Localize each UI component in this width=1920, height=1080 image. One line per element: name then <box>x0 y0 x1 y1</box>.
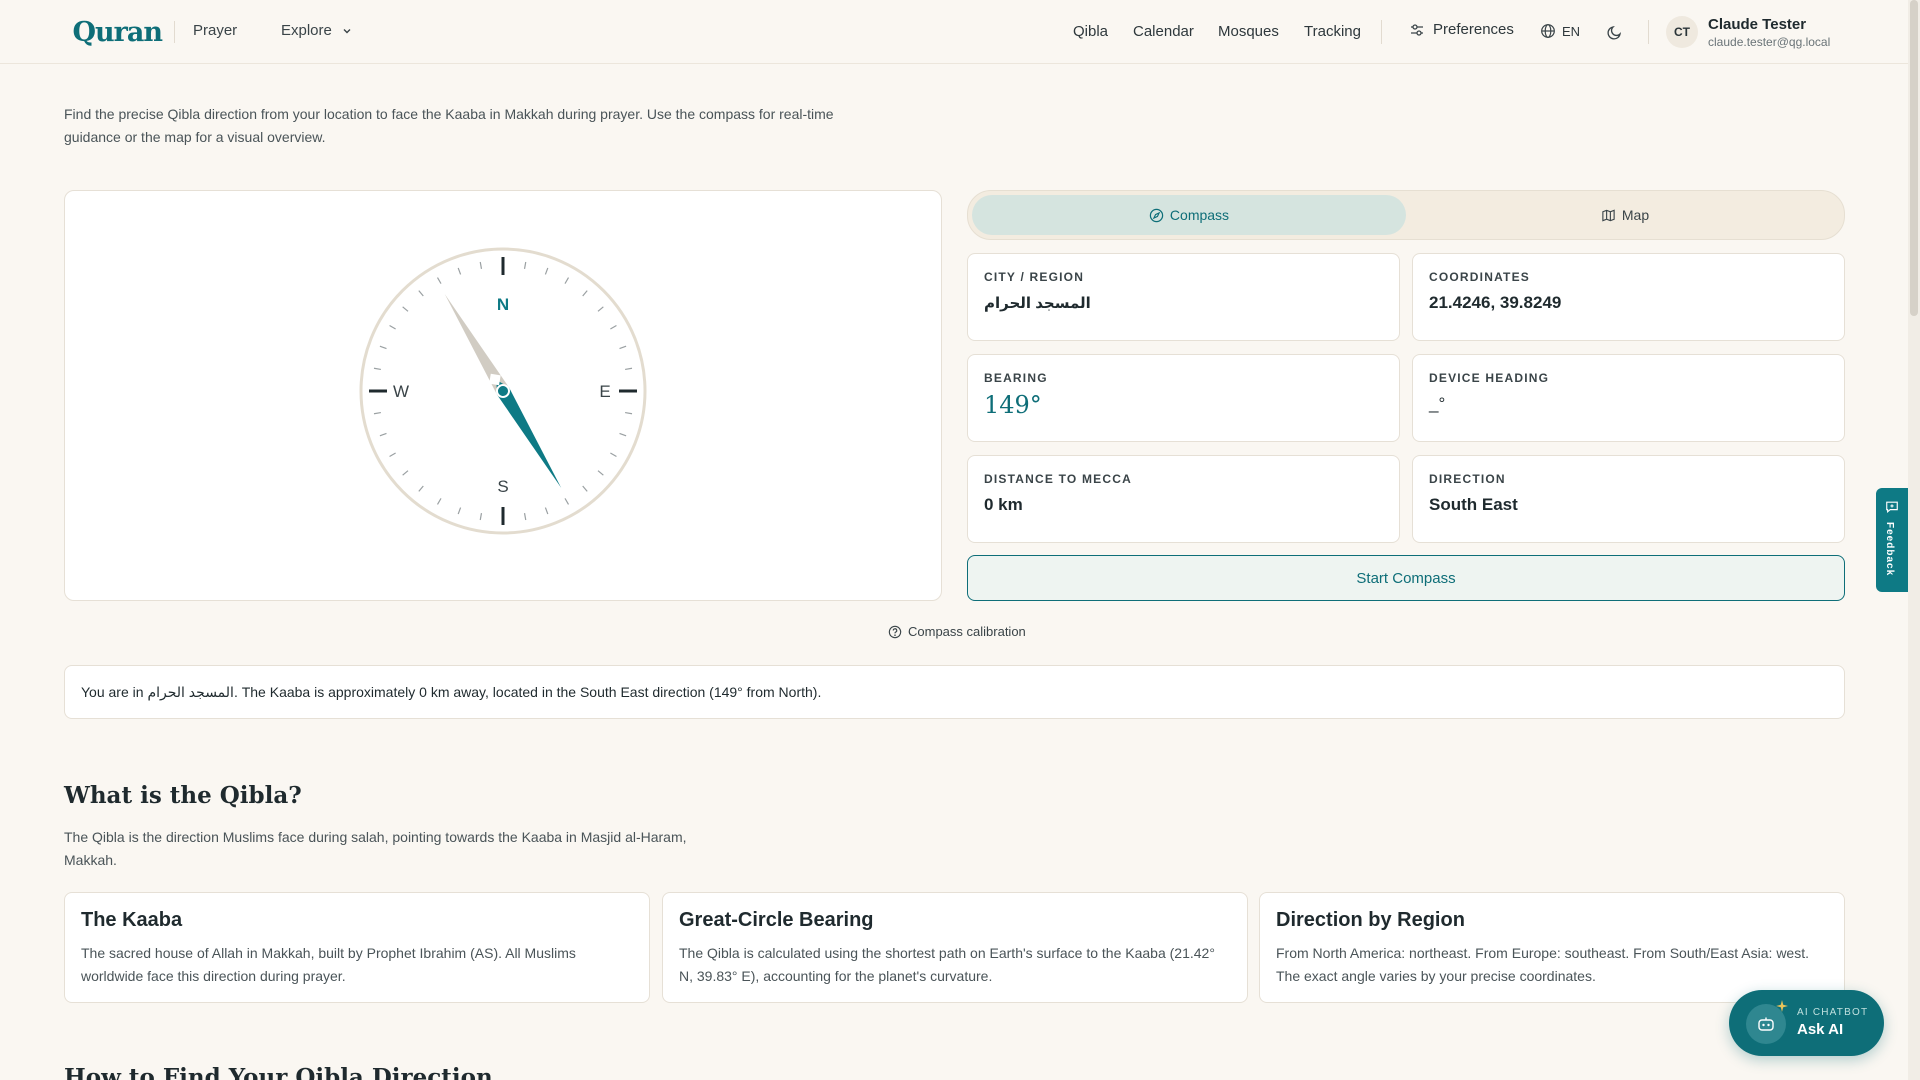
section-title-what-is-qibla: What is the Qibla? <box>64 782 302 809</box>
coordinates-value: 21.4246, 39.8249 <box>1429 293 1562 312</box>
compass-panel: N E S W <box>64 190 942 601</box>
calibration-label: Compass calibration <box>908 624 1026 639</box>
site-logo[interactable]: Quran <box>64 14 163 50</box>
logo-text: Quran <box>72 16 163 48</box>
moon-icon <box>1607 25 1622 40</box>
nav-divider <box>1648 20 1649 44</box>
user-email: claude.tester@qg.local <box>1708 35 1831 49</box>
cardinal-e: E <box>599 382 610 401</box>
feature-card-region: Direction by Region From North America: … <box>1259 892 1845 1003</box>
cardinal-n: N <box>497 295 509 314</box>
ask-ai-button[interactable]: AI CHATBOT Ask AI <box>1729 990 1884 1056</box>
nav-divider <box>1381 20 1382 44</box>
top-navigation-bar: Quran Prayer Explore Qibla Calendar Mosq… <box>0 0 1908 64</box>
sliders-icon <box>1411 23 1423 36</box>
feedback-label: Feedback <box>1884 522 1895 577</box>
ask-ai-kicker: AI CHATBOT <box>1797 1007 1869 1018</box>
feature-title: The Kaaba <box>81 909 183 931</box>
direction-value: South East <box>1429 495 1518 514</box>
dark-mode-toggle[interactable] <box>1607 24 1623 45</box>
heading-card: Device Heading _° <box>1412 354 1845 442</box>
preferences-label: Preferences <box>1433 21 1514 38</box>
message-icon <box>1886 501 1898 514</box>
map-icon <box>1602 209 1615 221</box>
scrollbar-thumb[interactable] <box>1910 0 1918 316</box>
compass-icon <box>1149 208 1164 222</box>
direction-label: Direction <box>1429 472 1506 486</box>
bearing-label: Bearing <box>984 371 1048 385</box>
crescent-icon <box>64 27 70 37</box>
feature-title: Great-Circle Bearing <box>679 909 874 931</box>
distance-label: Distance to Mecca <box>984 472 1132 486</box>
page-scrollbar[interactable] <box>1908 0 1920 1080</box>
section-title-how-to: How to Find Your Qibla Direction <box>64 1064 493 1080</box>
distance-card: Distance to Mecca 0 km <box>967 455 1400 543</box>
heading-label: Device Heading <box>1429 371 1550 385</box>
nav-tracking[interactable]: Tracking <box>1304 23 1361 40</box>
summary-text: You are in المسجد الحرام. The Kaaba is a… <box>81 683 822 700</box>
feedback-tab[interactable]: Feedback <box>1876 488 1908 592</box>
tab-map-label: Map <box>1621 207 1650 223</box>
heading-value: _° <box>1429 394 1446 413</box>
nav-qibla[interactable]: Qibla <box>1073 23 1108 40</box>
compass-calibration-link[interactable]: Compass calibration <box>888 624 1026 639</box>
tab-map[interactable]: Map <box>1408 195 1842 235</box>
tab-compass-label: Compass <box>1169 207 1230 223</box>
globe-icon <box>1541 24 1555 38</box>
start-compass-button[interactable]: Start Compass <box>967 555 1845 601</box>
language-label: EN <box>1562 23 1581 39</box>
cardinal-w: W <box>393 382 409 401</box>
bearing-value: 149° <box>984 391 1042 419</box>
help-circle-icon <box>888 625 902 638</box>
page-intro: Find the precise Qibla direction from yo… <box>64 106 834 145</box>
bearing-card: Bearing 149° <box>967 354 1400 442</box>
tab-compass[interactable]: Compass <box>972 195 1406 235</box>
language-selector[interactable]: EN <box>1540 23 1580 39</box>
city-value: المسجد الحرام <box>984 295 1091 312</box>
feature-text: From North America: northeast. From Euro… <box>1276 945 1809 984</box>
cardinal-s: S <box>497 477 508 496</box>
feature-text: The Qibla is calculated using the shorte… <box>679 945 1215 984</box>
preferences-button[interactable]: Preferences <box>1409 21 1514 38</box>
direction-card: Direction South East <box>1412 455 1845 543</box>
feature-card-kaaba: The Kaaba The sacred house of Allah in M… <box>64 892 650 1003</box>
ask-ai-label: Ask AI <box>1797 1021 1844 1038</box>
coordinates-label: Coordinates <box>1429 270 1530 284</box>
location-summary: You are in المسجد الحرام. The Kaaba is a… <box>64 665 1845 719</box>
kaaba-marker-icon <box>489 373 501 386</box>
logo-divider <box>174 21 175 43</box>
nav-explore-label: Explore <box>281 22 332 39</box>
user-avatar[interactable]: CT <box>1666 16 1698 48</box>
feature-card-great-circle: Great-Circle Bearing The Qibla is calcul… <box>662 892 1248 1003</box>
nav-mosques[interactable]: Mosques <box>1218 23 1279 40</box>
user-name: Claude Tester <box>1708 16 1807 33</box>
city-card: City / Region المسجد الحرام <box>967 253 1400 341</box>
feature-title: Direction by Region <box>1276 909 1465 931</box>
section-text-what-is-qibla: The Qibla is the direction Muslims face … <box>64 829 687 868</box>
coordinates-card: Coordinates 21.4246, 39.8249 <box>1412 253 1845 341</box>
feature-text: The sacred house of Allah in Makkah, bui… <box>81 945 576 984</box>
nav-prayer[interactable]: Prayer <box>193 22 237 39</box>
compass-dial: N E S W <box>359 247 647 535</box>
nav-calendar[interactable]: Calendar <box>1133 23 1194 40</box>
sparkle-icon <box>1776 1000 1788 1012</box>
nav-explore[interactable]: Explore <box>281 22 352 39</box>
chevron-down-icon <box>343 29 351 34</box>
view-tabs: Compass Map <box>967 190 1845 240</box>
distance-value: 0 km <box>984 495 1023 514</box>
city-label: City / Region <box>984 270 1085 284</box>
